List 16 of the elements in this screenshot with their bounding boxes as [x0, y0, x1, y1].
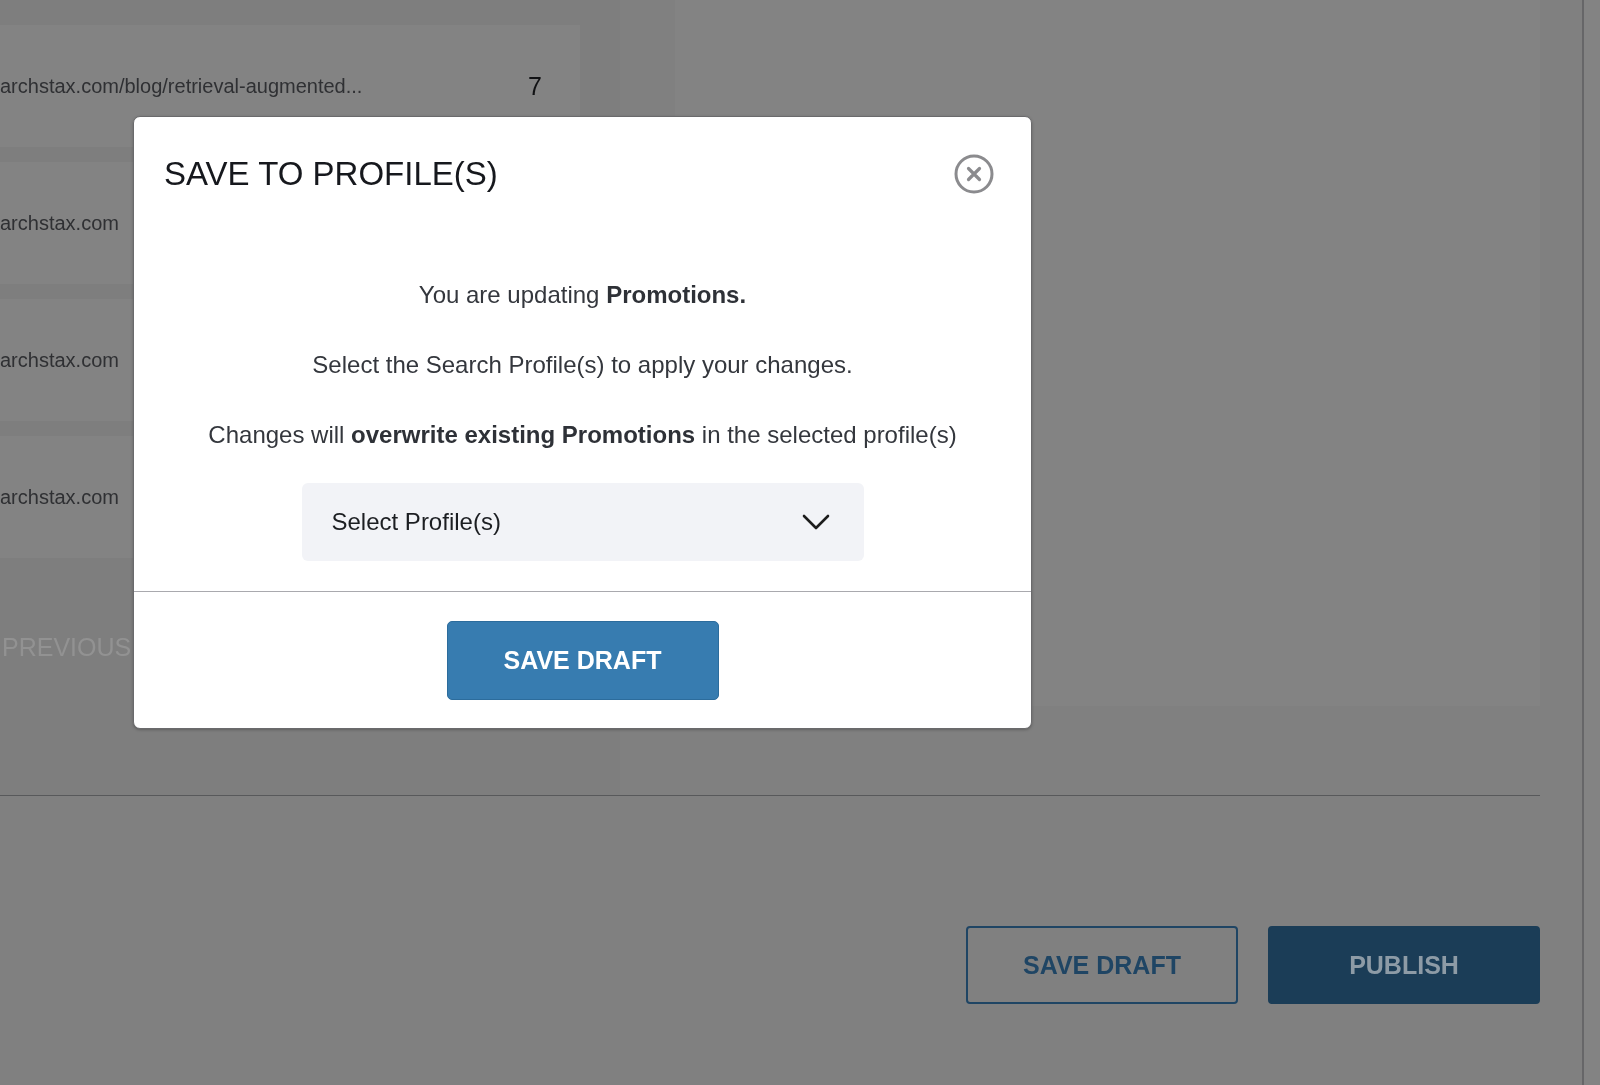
- save-draft-button[interactable]: SAVE DRAFT: [446, 621, 719, 700]
- url-text: archstax.com: [0, 211, 119, 235]
- chevron-down-icon: [801, 514, 830, 530]
- url-text: archstax.com: [0, 348, 119, 372]
- url-text: archstax.com/blog/retrieval-augmented...: [0, 74, 363, 98]
- count-text: 7: [528, 71, 542, 101]
- publish-button[interactable]: PUBLISH: [1268, 926, 1540, 1004]
- message-text: You are updating Promotions.: [418, 280, 747, 310]
- close-button[interactable]: [954, 154, 994, 194]
- close-icon: [954, 154, 994, 194]
- url-text: archstax.com: [0, 485, 119, 509]
- dialog-title: SAVE TO PROFILE(S): [164, 154, 498, 194]
- save-draft-button[interactable]: SAVE DRAFT: [966, 926, 1238, 1004]
- message-text: Select the Search Profile(s) to apply your changes.: [312, 350, 853, 380]
- message-text: Changes will overwrite existing Promotions in the selected profile(s): [208, 420, 957, 450]
- profile-select[interactable]: Select Profile(s): [301, 483, 864, 561]
